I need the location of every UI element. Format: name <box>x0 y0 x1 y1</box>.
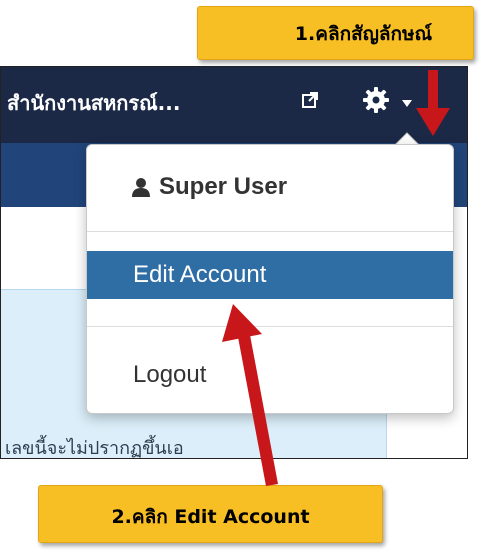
menu-divider <box>87 326 453 327</box>
user-icon <box>132 178 150 197</box>
menu-divider <box>87 231 453 232</box>
external-link-icon[interactable] <box>301 91 319 109</box>
gear-icon[interactable] <box>362 86 390 114</box>
callout-step-2: 2.คลิก Edit Account <box>38 485 383 543</box>
notice-text: เลขนี้จะไม่ปรากฏขึ้นเอ <box>5 438 184 459</box>
site-title-link[interactable]: สำนักงานสหกรณ์... <box>7 87 180 119</box>
tutorial-screenshot: สำนักงานสหกรณ์... เลขนี้จะไม่ปรากฏขึ้นเอ… <box>0 0 481 553</box>
logout-menu-item[interactable]: Logout <box>87 355 453 395</box>
menu-item-user[interactable]: Super User <box>87 167 453 207</box>
edit-account-menu-item[interactable]: Edit Account <box>87 251 453 299</box>
caret-down-icon[interactable] <box>402 100 412 108</box>
account-dropdown-menu: Super User Edit Account Logout <box>86 144 454 414</box>
user-name-label: Super User <box>159 173 288 200</box>
callout-step-1: 1.คลิกสัญลักษณ์ <box>197 6 474 60</box>
